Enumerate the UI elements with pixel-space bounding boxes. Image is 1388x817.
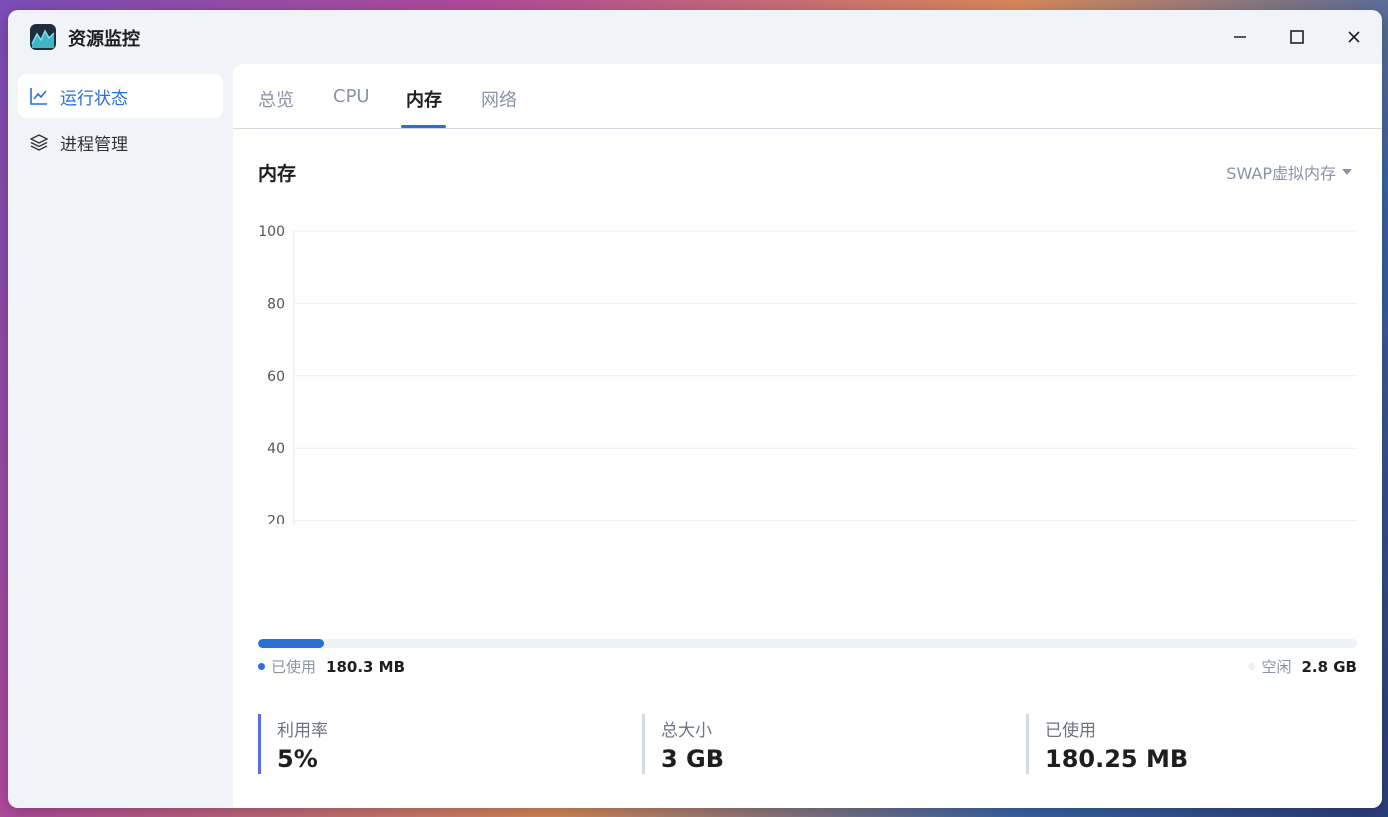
usage-bar [258, 639, 1357, 648]
legend-free: 空闲 2.8 GB [1248, 656, 1357, 677]
free-dot-icon [1248, 663, 1256, 670]
active-tab-indicator [401, 125, 446, 128]
sidebar-item-process[interactable]: 进程管理 [18, 120, 223, 164]
app-icon [30, 24, 56, 50]
app-title: 资源监控 [68, 29, 140, 50]
section-title: 内存 [258, 163, 297, 185]
tab-network[interactable]: 网络 [476, 86, 522, 112]
legend-used: 已使用 180.3 MB [258, 656, 405, 677]
close-icon [1348, 31, 1360, 43]
stat-used: 已使用 180.25 MB [1026, 714, 1188, 774]
swap-selector[interactable]: SWAP虚拟内存 [1226, 160, 1352, 184]
used-dot-icon [258, 663, 265, 670]
stat-label: 总大小 [661, 721, 712, 741]
minimize-icon [1234, 36, 1246, 38]
sidebar-item-label: 运行状态 [60, 88, 128, 109]
minimize-button[interactable] [1220, 22, 1260, 52]
close-button[interactable] [1334, 22, 1374, 52]
stat-label: 利用率 [277, 721, 328, 741]
usage-bar-fill [258, 639, 324, 648]
legend-free-value: 2.8 GB [1301, 657, 1357, 676]
tab-overview[interactable]: 总览 [253, 86, 299, 112]
legend-used-value: 180.3 MB [326, 657, 406, 676]
swap-selector-label: SWAP虚拟内存 [1226, 164, 1336, 183]
title-bar: 资源监控 [8, 10, 1382, 64]
sidebar-item-status[interactable]: 运行状态 [18, 74, 223, 118]
y-tick-label: 100 [258, 224, 285, 240]
stat-label: 已使用 [1045, 721, 1096, 741]
sidebar-item-label: 进程管理 [60, 134, 128, 155]
y-tick-label: 40 [267, 441, 285, 457]
sidebar: 运行状态 进程管理 [18, 74, 223, 166]
stat-value: 5% [277, 745, 318, 773]
y-tick-label: 20 [267, 514, 285, 524]
layers-icon [30, 133, 48, 151]
resource-monitor-window: 资源监控 运行状态 进程管理 总览 CPU 内存 网络 内存 SWAP虚拟内存 … [8, 10, 1382, 808]
memory-chart: 100 80 60 40 20 [258, 224, 1357, 524]
stat-total-size: 总大小 3 GB [642, 714, 724, 774]
line-chart-icon [30, 87, 48, 105]
legend-used-label: 已使用 [271, 658, 317, 676]
stat-value: 3 GB [661, 745, 725, 773]
tab-cpu[interactable]: CPU [328, 86, 375, 107]
tab-memory[interactable]: 内存 [401, 86, 447, 112]
legend-free-label: 空闲 [1261, 658, 1292, 676]
maximize-icon [1290, 30, 1304, 44]
caret-down-icon [1342, 169, 1352, 175]
stat-value: 180.25 MB [1045, 745, 1189, 773]
main-panel: 总览 CPU 内存 网络 内存 SWAP虚拟内存 100 80 60 40 20 已使用… [233, 64, 1382, 808]
tab-bar: 总览 CPU 内存 网络 [233, 64, 1382, 129]
y-tick-label: 80 [267, 296, 285, 312]
maximize-button[interactable] [1277, 22, 1317, 52]
stat-utilization: 利用率 5% [258, 714, 328, 774]
y-tick-label: 60 [267, 369, 285, 385]
